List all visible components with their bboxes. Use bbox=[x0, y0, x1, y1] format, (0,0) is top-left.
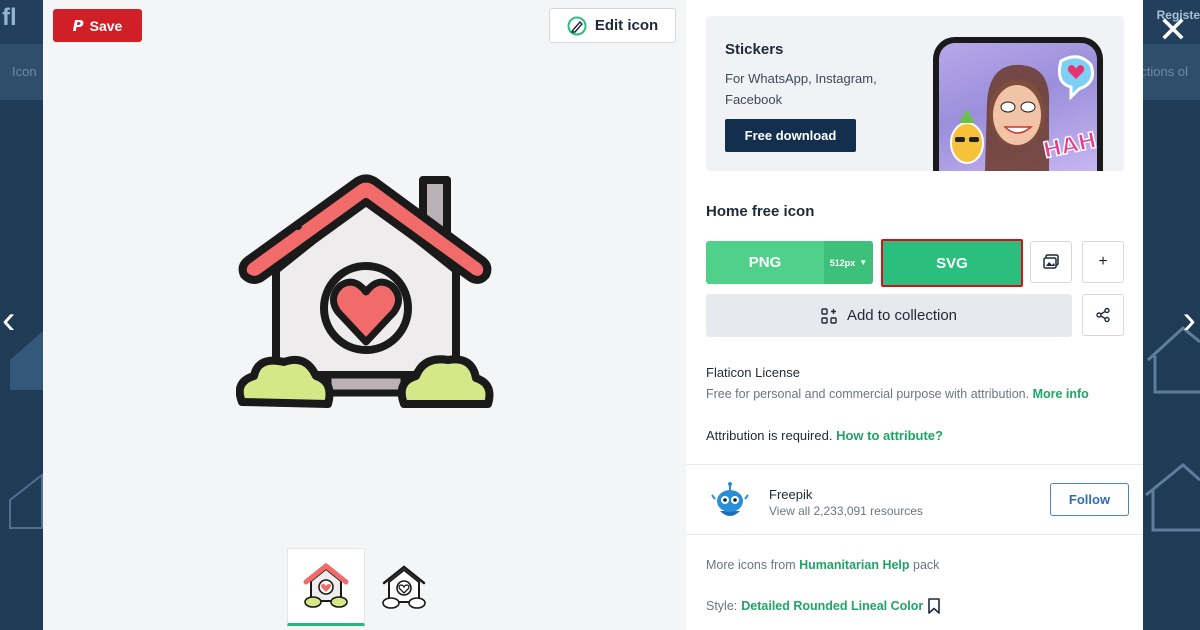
pack-line: More icons from Humanitarian Help pack bbox=[706, 558, 939, 572]
style-link[interactable]: Detailed Rounded Lineal Color bbox=[741, 599, 923, 613]
edit-icon-button[interactable]: Edit icon bbox=[549, 8, 676, 43]
how-to-attribute-link[interactable]: How to attribute? bbox=[836, 428, 943, 443]
thumbnail-outline-variant[interactable] bbox=[365, 548, 443, 626]
promo-title: Stickers bbox=[725, 41, 784, 58]
icon-title: Home free icon bbox=[706, 203, 815, 220]
previous-arrow-icon[interactable]: ‹ bbox=[2, 300, 15, 340]
icon-detail-modal: 𝙋 Save Edit icon Stickers For WhatsApp, … bbox=[43, 0, 1143, 630]
attribution-line: Attribution is required. How to attribut… bbox=[706, 428, 943, 443]
add-to-collection-button[interactable]: Add to collection bbox=[706, 294, 1072, 337]
caret-down-icon: ▼ bbox=[859, 258, 868, 267]
edit-icon-label: Edit icon bbox=[594, 17, 659, 34]
pack-link[interactable]: Humanitarian Help bbox=[799, 558, 909, 572]
attribution-text: Attribution is required. bbox=[706, 428, 833, 443]
pack-prefix: More icons from bbox=[706, 558, 796, 572]
background-logo: fl bbox=[2, 4, 17, 31]
pack-suffix: pack bbox=[913, 558, 940, 572]
author-resources-link[interactable]: View all 2,233,091 resources bbox=[769, 504, 923, 518]
png-download-button[interactable]: PNG 512px ▼ bbox=[706, 241, 873, 284]
collection-icon bbox=[821, 307, 837, 324]
haha-sticker-text: HAHA bbox=[1041, 125, 1097, 164]
background-icons-label: Icon bbox=[12, 64, 37, 79]
style-line: Style: Detailed Rounded Lineal Color bbox=[706, 598, 941, 614]
share-button[interactable] bbox=[1082, 294, 1124, 336]
home-color-thumbnail-icon bbox=[303, 563, 349, 608]
pencil-icon bbox=[567, 16, 587, 35]
image-preview-button[interactable] bbox=[1030, 241, 1072, 283]
pinterest-save-button[interactable]: 𝙋 Save bbox=[53, 9, 142, 42]
phone-sticker-illustration: HAHA bbox=[933, 37, 1103, 171]
image-icon bbox=[1043, 254, 1059, 269]
icon-preview-panel: 𝙋 Save Edit icon bbox=[43, 0, 686, 630]
pinterest-icon: 𝙋 bbox=[72, 17, 84, 35]
follow-button[interactable]: Follow bbox=[1050, 483, 1129, 516]
phone-screen: HAHA bbox=[939, 43, 1097, 171]
png-label: PNG bbox=[748, 254, 782, 271]
background-house-outline-icon bbox=[9, 472, 43, 529]
freepik-avatar-icon[interactable] bbox=[710, 481, 750, 521]
license-description: Free for personal and commercial purpose… bbox=[706, 387, 1089, 401]
plus-icon: + bbox=[1098, 253, 1108, 270]
add-to-collection-label: Add to collection bbox=[846, 307, 958, 324]
promo-description: For WhatsApp, Instagram, Facebook bbox=[725, 71, 877, 107]
next-arrow-icon[interactable]: › bbox=[1183, 300, 1196, 340]
license-description-text: Free for personal and commercial purpose… bbox=[706, 387, 1030, 401]
more-options-button[interactable]: + bbox=[1082, 241, 1124, 283]
save-button-label: Save bbox=[89, 17, 123, 34]
license-title: Flaticon License bbox=[706, 365, 800, 380]
svg-download-button[interactable]: SVG bbox=[881, 239, 1023, 287]
sticker-illustration-icon: HAHA bbox=[950, 55, 1097, 171]
bookmark-icon[interactable] bbox=[927, 598, 941, 614]
png-size-dropdown[interactable]: 512px ▼ bbox=[824, 241, 873, 284]
home-outline-thumbnail-icon bbox=[382, 565, 426, 609]
background-house-icon-right-2 bbox=[1145, 463, 1200, 532]
home-heart-icon bbox=[236, 174, 494, 408]
png-size-value: 512px bbox=[829, 257, 856, 268]
background-collections-label: ctions ol bbox=[1140, 64, 1188, 79]
divider bbox=[686, 464, 1143, 465]
more-info-link[interactable]: More info bbox=[1033, 387, 1089, 401]
download-sidebar: Stickers For WhatsApp, Instagram, Facebo… bbox=[686, 0, 1143, 630]
thumbnail-color-variant[interactable] bbox=[287, 548, 365, 626]
author-name[interactable]: Freepik bbox=[769, 487, 812, 502]
share-icon bbox=[1096, 307, 1110, 323]
style-prefix: Style: bbox=[706, 599, 738, 613]
divider bbox=[686, 534, 1143, 535]
close-icon[interactable]: ✕ bbox=[1158, 12, 1188, 48]
free-download-button[interactable]: Free download bbox=[725, 119, 856, 152]
stickers-promo-card[interactable]: Stickers For WhatsApp, Instagram, Facebo… bbox=[706, 16, 1124, 171]
